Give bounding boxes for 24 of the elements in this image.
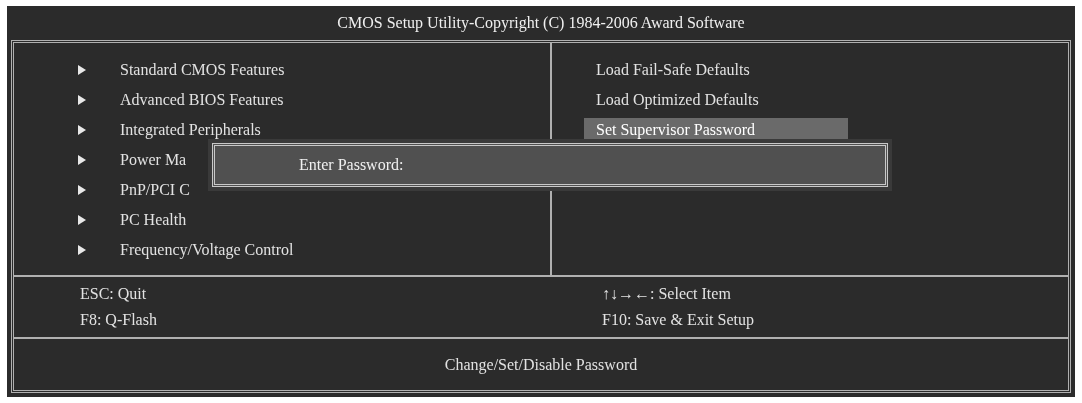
menu-item[interactable]: Advanced BIOS Features	[108, 88, 296, 112]
triangle-icon	[78, 95, 86, 105]
menu-item[interactable]: Load Optimized Defaults	[584, 88, 771, 112]
menu-item[interactable]: Standard CMOS Features	[108, 58, 297, 82]
window-title: CMOS Setup Utility-Copyright (C) 1984-2006 Award Software	[336, 13, 746, 34]
key-hint: F10: Save & Exit Setup	[602, 311, 755, 329]
triangle-icon	[78, 125, 86, 135]
triangle-icon	[78, 185, 86, 195]
triangle-icon	[78, 215, 86, 225]
menu-item[interactable]: Integrated Peripherals	[108, 118, 273, 142]
key-hint: ESC: Quit	[80, 285, 148, 303]
menu-item[interactable]: Frequency/Voltage Control	[108, 238, 306, 262]
key-hint: F8: Q-Flash	[80, 311, 158, 329]
menu-item[interactable]: Load Fail-Safe Defaults	[584, 58, 762, 82]
key-hint: ↑↓→←: Select Item	[602, 285, 732, 303]
triangle-icon	[78, 65, 86, 75]
status-text: Change/Set/Disable Password	[444, 355, 638, 374]
triangle-icon	[78, 245, 86, 255]
menu-item[interactable]: Power Ma	[108, 148, 199, 172]
menu-item[interactable]: PC Health	[108, 208, 199, 232]
password-prompt: Enter Password:	[299, 156, 404, 174]
menu-item[interactable]: PnP/PCI C	[108, 178, 202, 202]
menu-item[interactable]: Set Supervisor Password	[584, 118, 848, 142]
triangle-icon	[78, 155, 86, 165]
